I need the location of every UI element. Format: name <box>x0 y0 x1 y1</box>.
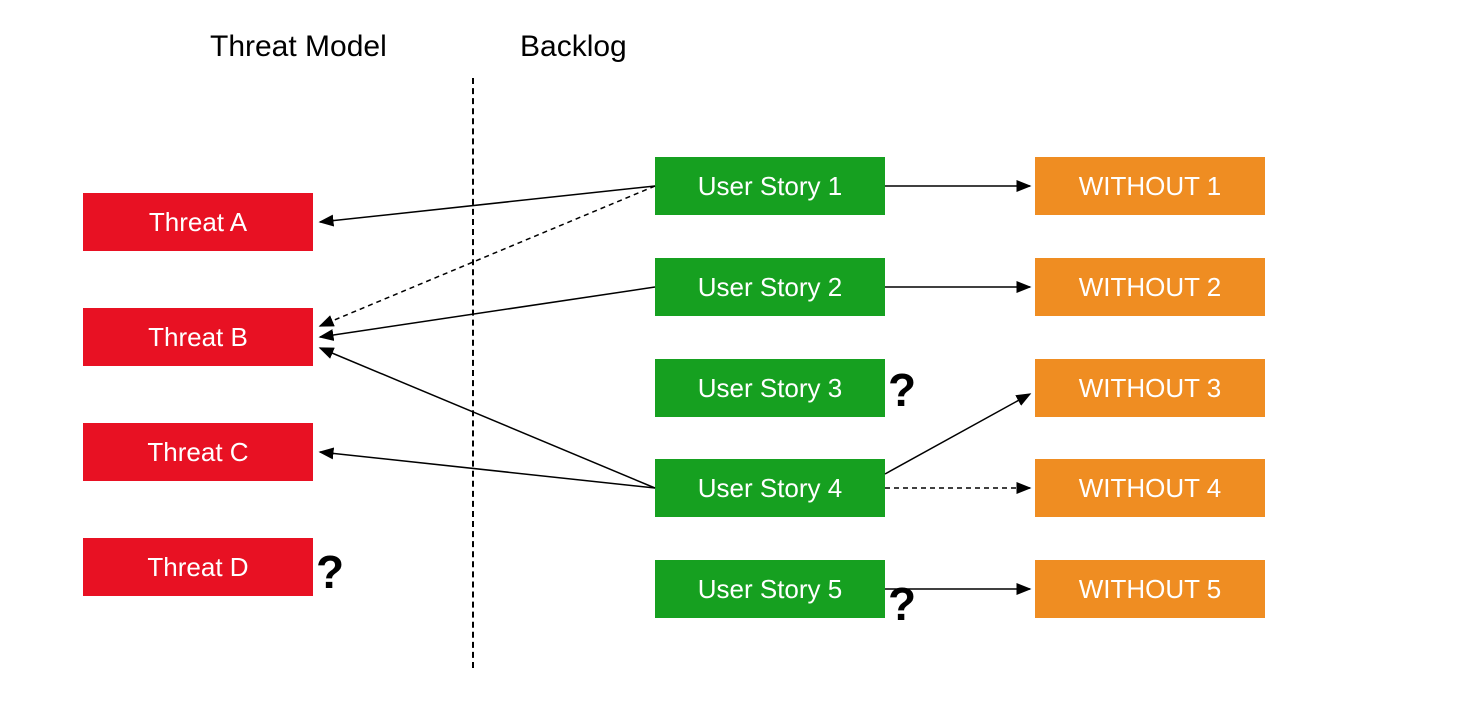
arrow-us1-threat-b-dashed <box>320 186 655 326</box>
arrow-us1-threat-a <box>320 186 655 222</box>
without-4-label: WITHOUT 4 <box>1079 473 1222 504</box>
question-mark-threat-d: ? <box>316 545 344 599</box>
without-3-label: WITHOUT 3 <box>1079 373 1222 404</box>
threat-a-label: Threat A <box>149 207 247 238</box>
user-story-1-box: User Story 1 <box>655 157 885 215</box>
without-2-box: WITHOUT 2 <box>1035 258 1265 316</box>
threat-d-box: Threat D <box>83 538 313 596</box>
without-2-label: WITHOUT 2 <box>1079 272 1222 303</box>
arrow-us2-threat-b <box>320 287 655 337</box>
user-story-5-box: User Story 5 <box>655 560 885 618</box>
user-story-2-label: User Story 2 <box>698 272 843 303</box>
user-story-2-box: User Story 2 <box>655 258 885 316</box>
threat-c-label: Threat C <box>147 437 248 468</box>
user-story-5-label: User Story 5 <box>698 574 843 605</box>
without-5-box: WITHOUT 5 <box>1035 560 1265 618</box>
column-divider <box>472 78 474 668</box>
user-story-1-label: User Story 1 <box>698 171 843 202</box>
heading-backlog: Backlog <box>520 30 627 64</box>
question-mark-user-story-5: ? <box>888 577 916 631</box>
threat-c-box: Threat C <box>83 423 313 481</box>
user-story-3-label: User Story 3 <box>698 373 843 404</box>
user-story-3-box: User Story 3 <box>655 359 885 417</box>
user-story-4-box: User Story 4 <box>655 459 885 517</box>
threat-b-box: Threat B <box>83 308 313 366</box>
question-mark-user-story-3: ? <box>888 363 916 417</box>
heading-threat-model: Threat Model <box>210 30 387 64</box>
threat-a-box: Threat A <box>83 193 313 251</box>
arrow-us4-threat-c <box>320 452 655 488</box>
threat-d-label: Threat D <box>147 552 248 583</box>
without-1-box: WITHOUT 1 <box>1035 157 1265 215</box>
arrow-us4-threat-b <box>320 348 655 488</box>
user-story-4-label: User Story 4 <box>698 473 843 504</box>
without-4-box: WITHOUT 4 <box>1035 459 1265 517</box>
without-3-box: WITHOUT 3 <box>1035 359 1265 417</box>
without-5-label: WITHOUT 5 <box>1079 574 1222 605</box>
threat-b-label: Threat B <box>148 322 248 353</box>
without-1-label: WITHOUT 1 <box>1079 171 1222 202</box>
